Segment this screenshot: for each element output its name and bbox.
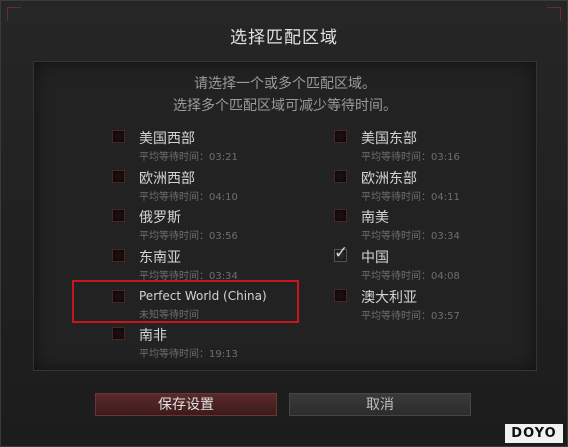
region-wait-time: 平均等待时间：03:16	[361, 152, 460, 163]
region-wait-time: 平均等待时间：19:13	[139, 349, 238, 360]
checkmark-icon: ✓	[334, 243, 349, 263]
region-checkbox[interactable]	[112, 249, 125, 262]
region-checkbox[interactable]	[112, 170, 125, 183]
region-checkbox[interactable]	[334, 130, 347, 143]
region-name: 东南亚	[139, 250, 181, 266]
region-wait-time: 平均等待时间：03:34	[361, 231, 460, 242]
region-wait-time: 平均等待时间：04:08	[361, 271, 460, 282]
region-checkbox[interactable]	[112, 130, 125, 143]
instruction-text-2: 选择多个匹配区域可减少等待时间。	[173, 98, 397, 114]
cancel-button[interactable]: 取消	[289, 393, 471, 416]
region-name: 美国东部	[361, 131, 417, 147]
corner-ornament	[547, 7, 561, 21]
region-wait-time: 平均等待时间：03:21	[139, 152, 238, 163]
instruction-text: 请选择一个或多个匹配区域。	[194, 76, 376, 92]
region-checkbox[interactable]	[112, 327, 125, 340]
region-checkbox-checked[interactable]: ✓	[334, 243, 348, 263]
highlight-box	[72, 280, 299, 323]
region-name: 俄罗斯	[139, 210, 181, 226]
watermark-logo: DOYO	[505, 424, 563, 443]
region-name: 欧洲西部	[139, 171, 195, 187]
region-name: 南美	[361, 210, 389, 226]
match-region-dialog: 选择匹配区域 请选择一个或多个匹配区域。 选择多个匹配区域可减少等待时间。 美国…	[0, 0, 568, 447]
region-name: 中国	[361, 250, 389, 266]
save-settings-button[interactable]: 保存设置	[95, 393, 277, 416]
region-checkbox[interactable]	[334, 170, 347, 183]
corner-ornament	[7, 7, 21, 21]
region-wait-time: 平均等待时间：04:10	[139, 192, 238, 203]
region-name: 欧洲东部	[361, 171, 417, 187]
region-wait-time: 平均等待时间：04:11	[361, 192, 460, 203]
region-wait-time: 平均等待时间：03:56	[139, 231, 238, 242]
region-checkbox[interactable]	[334, 289, 347, 302]
region-wait-time: 平均等待时间：03:57	[361, 311, 460, 322]
region-checkbox[interactable]	[112, 209, 125, 222]
region-name: 美国西部	[139, 131, 195, 147]
region-name: 南非	[139, 328, 167, 344]
region-name: 澳大利亚	[361, 290, 417, 306]
region-checkbox[interactable]	[334, 209, 347, 222]
dialog-title: 选择匹配区域	[230, 28, 338, 48]
